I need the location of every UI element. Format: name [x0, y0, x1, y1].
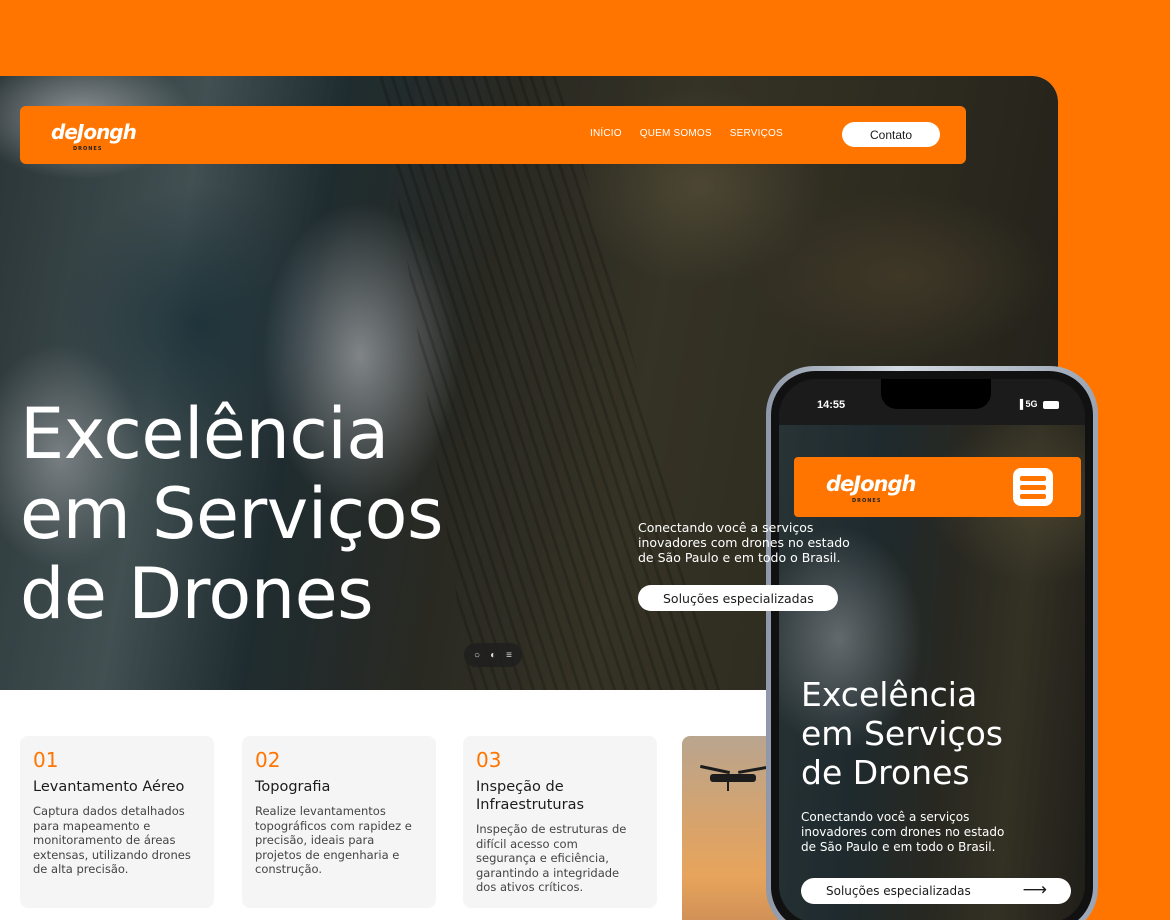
- card-number: 03: [476, 748, 502, 772]
- card-text-line: Realize levantamentos: [255, 804, 386, 818]
- drone-body: [710, 774, 756, 782]
- navbar: deJongh DRONES INÍCIO QUEM SOMOS SERVIÇO…: [20, 106, 966, 164]
- card-text-line: segurança e eficiência,: [476, 851, 609, 865]
- hero-subtitle-line: de São Paulo e em todo o Brasil.: [638, 550, 841, 565]
- hero-subtitle-line: de São Paulo e em todo o Brasil.: [801, 840, 996, 854]
- service-card[interactable]: 03 Inspeção de Infraestruturas Inspeção …: [463, 736, 657, 908]
- phone-cta-label: Soluções especializadas: [826, 884, 971, 898]
- contact-button[interactable]: Contato: [842, 122, 940, 147]
- phone-bezel: 14:55 ▐ 5G deJongh DRONES Excelência em …: [771, 371, 1093, 920]
- drone-arm: [700, 764, 730, 775]
- card-text-line: dos ativos críticos.: [476, 880, 584, 894]
- phone-mockup: 14:55 ▐ 5G deJongh DRONES Excelência em …: [766, 366, 1098, 920]
- nav-link-quem-somos[interactable]: QUEM SOMOS: [640, 128, 712, 139]
- card-title-line: Inspeção de: [476, 779, 564, 795]
- card-text-line: Inspeção de estruturas de: [476, 822, 627, 836]
- status-time: 14:55: [817, 399, 846, 411]
- hero-title-line: em Serviços: [20, 473, 443, 555]
- toggle-icon[interactable]: ◐: [490, 650, 496, 661]
- card-title-line: Infraestruturas: [476, 797, 585, 813]
- card-text-line: topográficos com rapidez e: [255, 818, 412, 833]
- card-text-line: difícil acesso com: [476, 836, 578, 851]
- card-text-line: extensas, utilizando drones: [33, 847, 191, 862]
- card-text-line: de alta precisão.: [33, 862, 129, 876]
- card-number: 01: [33, 748, 59, 772]
- hero-title-line: de Drones: [801, 753, 970, 792]
- drone-leg: [727, 781, 729, 791]
- card-title: Levantamento Aéreo: [33, 778, 201, 796]
- phone-notch: [881, 379, 991, 409]
- card-text-line: para mapeamento e: [33, 818, 151, 833]
- hero-subtitle-line: inovadores com drones no estado: [801, 825, 1005, 839]
- card-title: Topografia: [255, 778, 423, 796]
- phone-cta-button[interactable]: Soluções especializadas ⟶: [801, 878, 1071, 904]
- nav-links: INÍCIO QUEM SOMOS SERVIÇOS: [590, 128, 783, 139]
- logo-text: deJongh: [826, 472, 916, 496]
- card-title: Inspeção de Infraestruturas: [476, 778, 644, 814]
- card-text-line: garantindo a integridade: [476, 865, 620, 880]
- logo-text: deJongh: [51, 120, 137, 144]
- arrow-right-icon: ⟶: [1022, 880, 1047, 900]
- hero-title-line: de Drones: [20, 553, 374, 635]
- logo-subtext: DRONES: [852, 498, 882, 504]
- hero-subtitle-line: Conectando você a serviços: [801, 810, 970, 824]
- hero-subtitle-line: inovadores com drones no estado: [638, 535, 850, 550]
- hero-title-line: Excelência: [20, 393, 389, 475]
- brand-logo[interactable]: deJongh DRONES: [51, 120, 137, 152]
- hero-subtitle-line: Conectando você a serviços: [638, 520, 814, 535]
- battery-icon: [1043, 400, 1059, 409]
- service-card[interactable]: 01 Levantamento Aéreo Captura dados deta…: [20, 736, 214, 908]
- hero-title-line: em Serviços: [801, 714, 1003, 753]
- status-bar: 14:55 ▐ 5G: [779, 379, 1085, 425]
- hero-title-line: Excelência: [801, 675, 978, 714]
- chat-icon[interactable]: ○: [474, 650, 480, 661]
- card-text: Captura dados detalhados para mapeamento…: [33, 804, 201, 877]
- card-text-line: projetos de engenharia e: [255, 847, 400, 862]
- hamburger-menu-icon[interactable]: [1013, 468, 1053, 506]
- hero-title: Excelência em Serviços de Drones: [20, 394, 443, 634]
- signal-icon: ▐: [1016, 399, 1023, 409]
- floating-widget: ○ ◐ ≡: [464, 643, 522, 667]
- card-text: Realize levantamentos topográficos com r…: [255, 804, 423, 877]
- phone-navbar: deJongh DRONES: [794, 457, 1081, 517]
- brand-logo[interactable]: deJongh DRONES: [826, 472, 916, 504]
- card-text-line: construção.: [255, 862, 323, 876]
- nav-link-servicos[interactable]: SERVIÇOS: [730, 128, 783, 139]
- phone-hero-subtitle: Conectando você a serviços inovadores co…: [801, 810, 1004, 855]
- card-text-line: Captura dados detalhados: [33, 804, 185, 818]
- phone-hero-title: Excelência em Serviços de Drones: [801, 675, 1003, 792]
- card-number: 02: [255, 748, 281, 772]
- hero-cta-button[interactable]: Soluções especializadas: [638, 585, 838, 611]
- nav-link-inicio[interactable]: INÍCIO: [590, 128, 622, 139]
- card-text-line: precisão, ideais para: [255, 833, 375, 847]
- logo-subtext: DRONES: [73, 146, 103, 152]
- service-card[interactable]: 02 Topografia Realize levantamentos topo…: [242, 736, 436, 908]
- card-text-line: monitoramento de áreas: [33, 833, 176, 847]
- sliders-icon[interactable]: ≡: [506, 650, 512, 661]
- card-text: Inspeção de estruturas de difícil acesso…: [476, 822, 644, 895]
- hero-subtitle: Conectando você a serviços inovadores co…: [638, 520, 850, 565]
- status-icons: ▐ 5G: [1017, 399, 1059, 409]
- phone-screen: 14:55 ▐ 5G deJongh DRONES Excelência em …: [779, 379, 1085, 920]
- network-label: 5G: [1025, 399, 1038, 409]
- card-title-line: Topografia: [255, 779, 331, 795]
- card-title-line: Levantamento Aéreo: [33, 779, 185, 795]
